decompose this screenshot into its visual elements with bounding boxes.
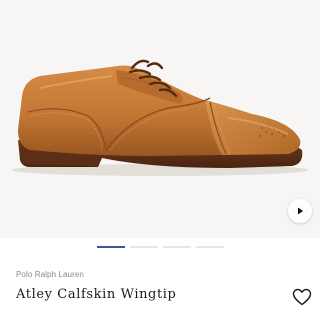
product-image-gallery[interactable] (0, 0, 320, 238)
product-title: Atley Calfskin Wingtip (16, 287, 177, 302)
heart-outline-icon (292, 288, 312, 306)
wishlist-button[interactable] (292, 288, 312, 306)
carousel-indicators (0, 246, 320, 248)
carousel-dot-1[interactable] (96, 246, 125, 248)
carousel-dot-4[interactable] (195, 246, 224, 248)
product-brand: Polo Ralph Lauren (16, 270, 84, 279)
play-icon (298, 207, 303, 215)
carousel-dot-2[interactable] (129, 246, 158, 248)
product-image-shoe (12, 59, 308, 176)
play-video-button[interactable] (288, 199, 312, 223)
carousel-dot-3[interactable] (162, 246, 191, 248)
